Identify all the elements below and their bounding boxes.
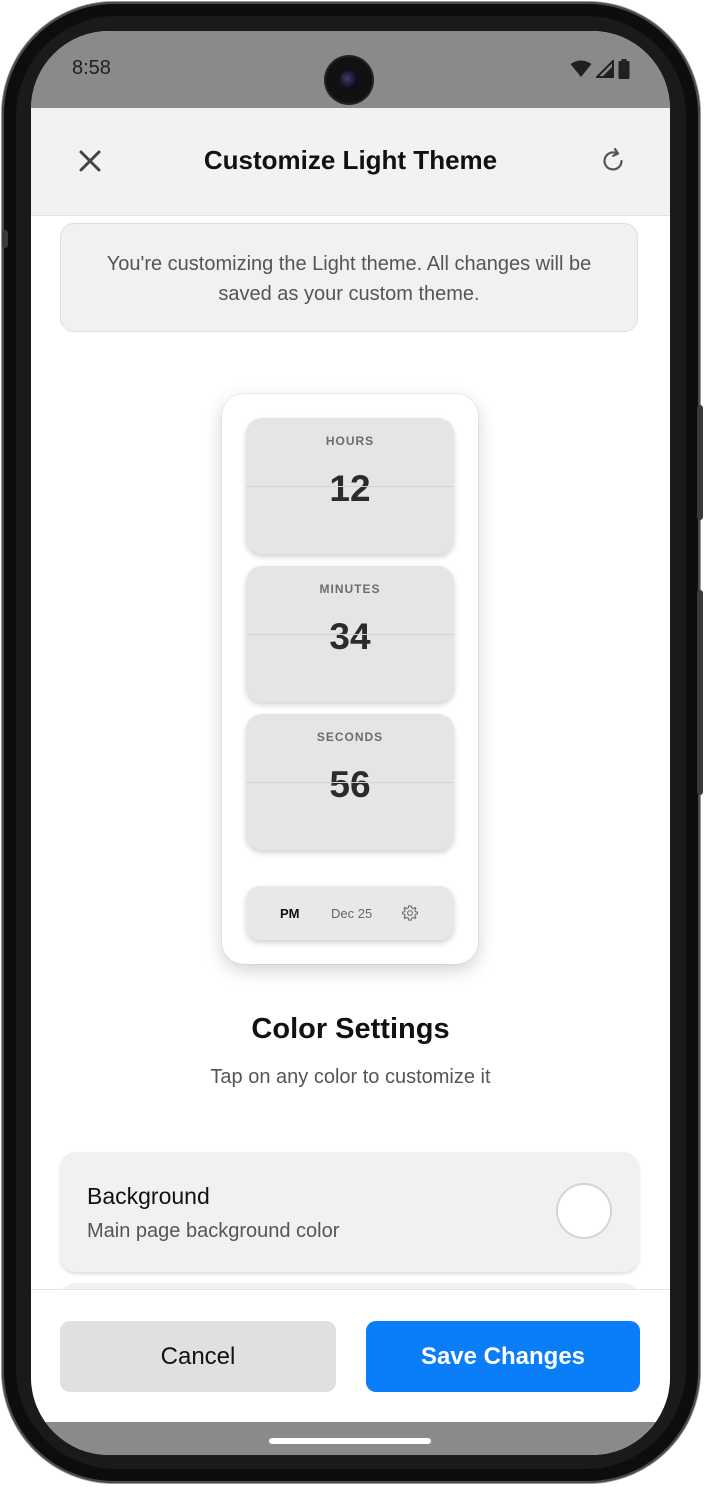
status-bar: 8:58 [31,31,670,108]
front-camera [326,57,372,103]
save-changes-button[interactable]: Save Changes [366,1321,640,1392]
preview-bottom-bar: PM Dec 25 [246,886,454,940]
refresh-icon [603,147,623,171]
card-value: 56 [329,764,371,805]
card-label: SECONDS [316,730,384,744]
signal-icon [596,60,614,78]
setting-description: Main page background color [87,1220,340,1242]
minutes-card: MINUTES 34 [246,566,454,702]
section-title: Color Settings [251,1013,450,1045]
info-text: You're customizing the Light theme. All … [106,253,592,305]
power-button [697,405,703,520]
card-value: 12 [329,468,371,509]
top-app-bar: Customize Light Theme [31,108,670,216]
theme-preview: HOURS 12 MINUTES 34 SECONDS 56 PM Dec 25 [222,394,478,964]
volume-button [697,590,703,795]
card-value: 34 [329,616,371,657]
navigation-bar [31,1422,670,1455]
scroll-content[interactable]: You're customizing the Light theme. All … [31,216,670,1289]
battery-icon [618,59,630,79]
section-subtitle: Tap on any color to customize it [210,1066,491,1088]
home-gesture-handle[interactable] [269,1438,431,1444]
page-title: Customize Light Theme [203,145,498,175]
action-bar: Cancel Save Changes [31,1289,670,1423]
seconds-card: SECONDS 56 [246,714,454,850]
setting-name: Background [87,1183,210,1209]
card-label: HOURS [325,434,375,448]
card-label: MINUTES [319,582,381,596]
hours-card: HOURS 12 [246,418,454,554]
reset-button[interactable] [596,144,630,178]
side-button-left [2,230,8,248]
status-icons [570,59,630,79]
cancel-button[interactable]: Cancel [60,1321,336,1392]
info-banner: You're customizing the Light theme. All … [60,223,638,332]
color-swatch[interactable] [556,1183,612,1239]
screen: 8:58 Customize Light Theme You're custom… [31,31,670,1455]
period-label: PM [280,906,300,921]
color-setting-background[interactable]: Background Main page background color [60,1152,639,1272]
wifi-icon [570,60,592,77]
status-time: 8:58 [72,57,111,79]
date-label: Dec 25 [331,906,373,921]
gear-icon [402,905,418,921]
